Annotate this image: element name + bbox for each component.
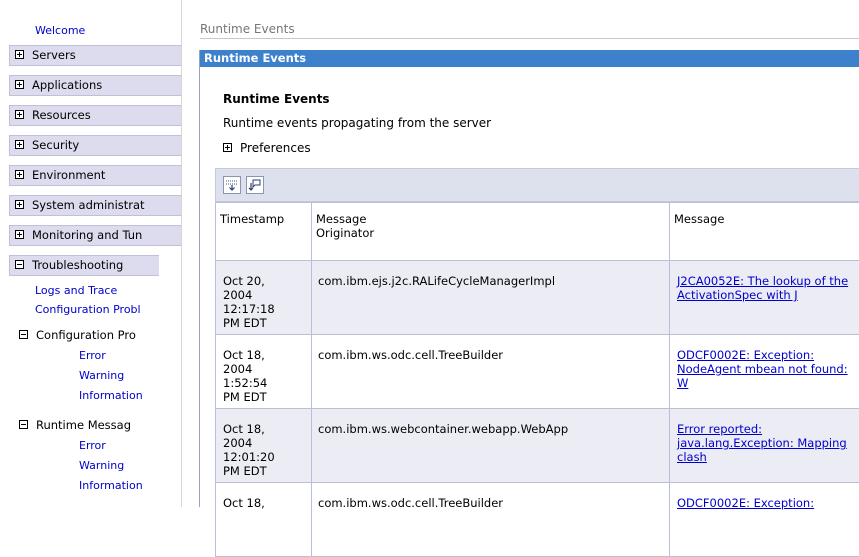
config-error-link[interactable]: Error — [79, 349, 106, 362]
header-label: Message — [316, 212, 665, 226]
runtime-error-link[interactable]: Error — [79, 439, 106, 452]
nav-monitoring-and-tuning[interactable]: Monitoring and Tun — [9, 225, 181, 246]
expand-icon[interactable] — [15, 230, 24, 239]
breadcrumb-divider — [200, 38, 859, 39]
header-label: Originator — [316, 226, 665, 240]
runtime-warning-link[interactable]: Warning — [79, 459, 124, 472]
runtime-messages-group[interactable]: Runtime Messag — [15, 418, 131, 432]
message-cell: J2CA0052E: The lookup of the ActivationS… — [670, 261, 859, 335]
preferences-label: Preferences — [240, 141, 311, 155]
nav-system-administration[interactable]: System administrat — [9, 195, 181, 216]
welcome-link[interactable]: Welcome — [35, 24, 85, 37]
timestamp-zone: PM EDT — [223, 316, 307, 330]
nav-applications[interactable]: Applications — [9, 75, 181, 96]
timestamp-date: Oct 18, — [223, 496, 307, 510]
collapse-icon[interactable] — [19, 420, 28, 429]
nav-label: Troubleshooting — [32, 258, 123, 272]
timestamp-date: Oct 20, — [223, 274, 307, 288]
table-row: Oct 18,200412:01:20PM EDT com.ibm.ws.web… — [216, 409, 859, 483]
nav-label: System administrat — [32, 198, 145, 212]
expand-icon[interactable] — [223, 143, 232, 152]
collapse-icon[interactable] — [15, 260, 24, 269]
collapse-all-glyph — [247, 177, 263, 193]
originator-cell: com.ibm.ejs.j2c.RALifeCycleManagerImpl — [312, 261, 670, 335]
table-header-row: Timestamp MessageOriginator Message — [216, 203, 859, 261]
timestamp-cell: Oct 18, — [216, 483, 312, 557]
table-row: Oct 20,200412:17:18PM EDT com.ibm.ejs.j2… — [216, 261, 859, 335]
expand-icon[interactable] — [15, 110, 24, 119]
preferences-toggle[interactable]: Preferences — [223, 141, 311, 155]
timestamp-date: Oct 18, — [223, 422, 307, 436]
timestamp-year: 2004 — [223, 288, 307, 302]
group-label: Configuration Pro — [36, 328, 136, 342]
message-cell: ODCF0002E: Exception: — [670, 483, 859, 557]
table-row: Oct 18,20041:52:54PM EDT com.ibm.ws.odc.… — [216, 335, 859, 409]
nav-security[interactable]: Security — [9, 135, 181, 156]
timestamp-year: 2004 — [223, 362, 307, 376]
timestamp-date: Oct 18, — [223, 348, 307, 362]
group-label: Runtime Messag — [36, 418, 131, 432]
nav-servers[interactable]: Servers — [9, 45, 181, 66]
nav-label: Monitoring and Tun — [32, 228, 142, 242]
expand-icon[interactable] — [15, 200, 24, 209]
message-cell: ODCF0002E: Exception: NodeAgent mbean no… — [670, 335, 859, 409]
expand-icon[interactable] — [15, 140, 24, 149]
expand-icon[interactable] — [15, 170, 24, 179]
runtime-information-link[interactable]: Information — [79, 479, 143, 492]
timestamp-time: 1:52:54 — [223, 376, 307, 390]
config-information-link[interactable]: Information — [79, 389, 143, 402]
page-title: Runtime Events — [223, 92, 330, 106]
column-header-timestamp[interactable]: Timestamp — [216, 203, 312, 261]
content-panel: Runtime Events Runtime Events Runtime ev… — [199, 50, 859, 507]
logs-and-trace-link[interactable]: Logs and Trace — [35, 284, 117, 297]
configuration-problems-link[interactable]: Configuration Probl — [35, 303, 141, 316]
table-row: Oct 18, com.ibm.ws.odc.cell.TreeBuilder … — [216, 483, 859, 557]
expand-icon[interactable] — [15, 80, 24, 89]
originator-cell: com.ibm.ws.webcontainer.webapp.WebApp — [312, 409, 670, 483]
timestamp-time: 12:01:20 — [223, 450, 307, 464]
nav-label: Servers — [32, 48, 76, 62]
column-header-message-originator[interactable]: MessageOriginator — [312, 203, 670, 261]
message-cell: Error reported: java.lang.Exception: Map… — [670, 409, 859, 483]
nav-environment[interactable]: Environment — [9, 165, 181, 186]
breadcrumb: Runtime Events — [200, 22, 295, 36]
collapse-all-icon[interactable] — [246, 176, 264, 194]
panel-title: Runtime Events — [200, 50, 859, 67]
message-link[interactable]: Error reported: java.lang.Exception: Map… — [677, 422, 847, 464]
timestamp-cell: Oct 18,200412:01:20PM EDT — [216, 409, 312, 483]
header-label: Message — [674, 212, 724, 226]
expand-all-icon[interactable] — [223, 176, 241, 194]
timestamp-year: 2004 — [223, 436, 307, 450]
expand-all-glyph — [224, 177, 240, 193]
nav-resources[interactable]: Resources — [9, 105, 181, 126]
originator-cell: com.ibm.ws.odc.cell.TreeBuilder — [312, 483, 670, 557]
nav-label: Resources — [32, 108, 91, 122]
nav-troubleshooting[interactable]: Troubleshooting — [9, 255, 159, 276]
timestamp-time: 12:17:18 — [223, 302, 307, 316]
timestamp-zone: PM EDT — [223, 390, 307, 404]
runtime-events-table: Timestamp MessageOriginator Message Oct … — [215, 202, 859, 557]
message-link[interactable]: ODCF0002E: Exception: NodeAgent mbean no… — [677, 348, 848, 390]
column-header-message[interactable]: Message — [670, 203, 859, 261]
timestamp-zone: PM EDT — [223, 464, 307, 478]
nav-label: Environment — [32, 168, 105, 182]
header-label: Timestamp — [220, 212, 284, 226]
navigation-sidebar: Welcome Servers Applications Resources S… — [0, 0, 181, 507]
table-toolbar — [215, 168, 859, 202]
expand-icon[interactable] — [15, 50, 24, 59]
page-description: Runtime events propagating from the serv… — [223, 116, 491, 130]
sidebar-divider — [181, 0, 182, 507]
timestamp-cell: Oct 18,20041:52:54PM EDT — [216, 335, 312, 409]
message-link[interactable]: ODCF0002E: Exception: — [677, 496, 814, 510]
message-link[interactable]: J2CA0052E: The lookup of the ActivationS… — [677, 274, 848, 302]
originator-cell: com.ibm.ws.odc.cell.TreeBuilder — [312, 335, 670, 409]
configuration-problems-group[interactable]: Configuration Pro — [15, 328, 136, 342]
nav-label: Applications — [32, 78, 102, 92]
timestamp-cell: Oct 20,200412:17:18PM EDT — [216, 261, 312, 335]
collapse-icon[interactable] — [19, 330, 28, 339]
nav-label: Security — [32, 138, 79, 152]
config-warning-link[interactable]: Warning — [79, 369, 124, 382]
